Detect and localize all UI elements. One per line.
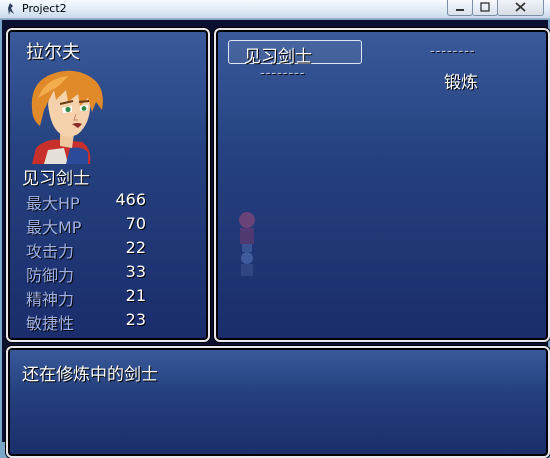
stat-value: 21	[125, 286, 146, 305]
stat-value: 466	[115, 190, 146, 209]
stat-row-max-hp: 最大HP 466	[26, 190, 146, 214]
title-bar: Project2	[0, 0, 550, 19]
window-title: Project2	[22, 2, 67, 15]
class-select-window: 见习剑士 -------- -------- 锻炼	[214, 28, 550, 342]
stat-label: 敏捷性	[26, 314, 75, 333]
minimize-button[interactable]	[447, 0, 473, 16]
game-screen: 拉尔夫 见习剑士 最大HP 466 最大MP 70 攻击力 22 防御力 33 …	[2, 20, 550, 458]
maximize-icon	[480, 2, 490, 12]
stat-value: 23	[125, 310, 146, 329]
stat-label: 防御力	[26, 266, 75, 285]
stat-label: 攻击力	[26, 242, 75, 261]
help-window: 还在修炼中的剑士	[6, 346, 550, 458]
app-icon	[8, 3, 14, 15]
empty-slot-left: --------	[260, 66, 306, 81]
class-option-selected[interactable]: 见习剑士	[244, 42, 312, 67]
actor-status-window: 拉尔夫 见习剑士 最大HP 466 最大MP 70 攻击力 22 防御力 33 …	[6, 28, 210, 342]
stat-row-spirit: 精神力 21	[26, 286, 146, 310]
close-icon	[515, 2, 526, 12]
stat-label: 精神力	[26, 290, 75, 309]
stat-value: 33	[125, 262, 146, 281]
class-option-train[interactable]: 锻炼	[444, 68, 478, 93]
stat-row-defense: 防御力 33	[26, 262, 146, 286]
help-description: 还在修炼中的剑士	[22, 365, 158, 385]
stat-label: 最大MP	[26, 218, 82, 237]
actor-class: 见习剑士	[22, 169, 90, 189]
stat-row-attack: 攻击力 22	[26, 238, 146, 262]
stat-row-agility: 敏捷性 23	[26, 310, 146, 334]
actor-name: 拉尔夫	[26, 42, 80, 63]
minimize-icon	[456, 9, 464, 11]
character-sprite	[239, 212, 255, 276]
actor-portrait	[31, 70, 103, 164]
maximize-button[interactable]	[472, 0, 498, 16]
stat-value: 22	[125, 238, 146, 257]
close-button[interactable]	[497, 0, 544, 16]
stat-value: 70	[125, 214, 146, 233]
stat-label: 最大HP	[26, 194, 80, 213]
stat-row-max-mp: 最大MP 70	[26, 214, 146, 238]
empty-slot-right: --------	[430, 44, 476, 59]
